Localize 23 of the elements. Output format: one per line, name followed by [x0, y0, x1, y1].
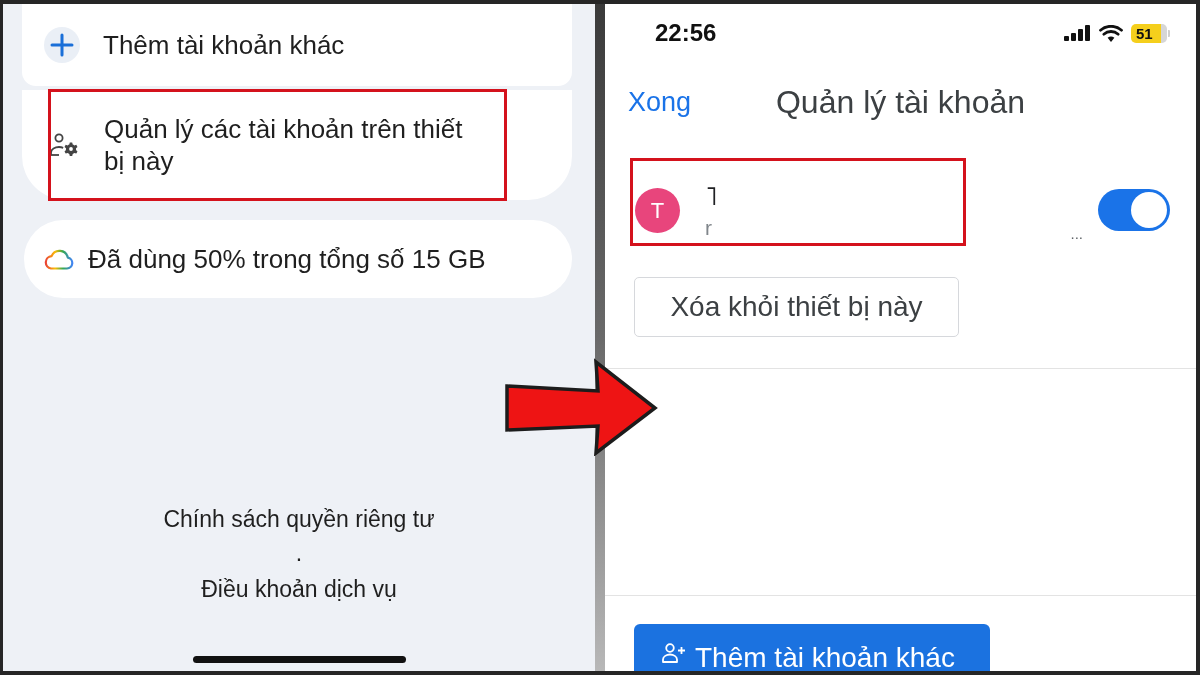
screen-title: Quản lý tài khoản — [775, 83, 1025, 122]
signal-icon — [1064, 25, 1090, 41]
remove-from-device-button[interactable]: Xóa khỏi thiết bị này — [634, 277, 959, 337]
add-another-account-button[interactable]: Thêm tài khoản khác — [634, 624, 990, 671]
person-add-icon — [662, 643, 686, 663]
cloud-icon — [43, 248, 74, 270]
done-button[interactable]: Xong — [628, 81, 692, 123]
plus-icon — [44, 27, 80, 63]
toggle-switch[interactable] — [1098, 189, 1170, 231]
privacy-policy-link[interactable]: Chính sách quyền riêng tư — [163, 501, 435, 537]
add-account-item[interactable]: Thêm tài khoản khác — [22, 4, 572, 86]
account-name: ˥ — [705, 183, 718, 209]
storage-item[interactable]: Đã dùng 50% trong tổng số 15 GB — [24, 220, 572, 298]
status-time: 22:56 — [655, 18, 717, 48]
ellipsis-text: ... — [1070, 226, 1083, 241]
terms-of-service-link[interactable]: Điều khoản dịch vụ — [201, 571, 397, 607]
manage-accounts-icon — [50, 133, 79, 157]
separator-dot: . — [295, 538, 303, 568]
wifi-icon — [1099, 24, 1123, 42]
battery-indicator: 51 — [1131, 23, 1167, 43]
avatar: T — [635, 187, 680, 233]
account-email: r — [705, 216, 713, 240]
manage-accounts-item[interactable]: Quản lý các tài khoản trên thiết bị này — [22, 90, 572, 200]
